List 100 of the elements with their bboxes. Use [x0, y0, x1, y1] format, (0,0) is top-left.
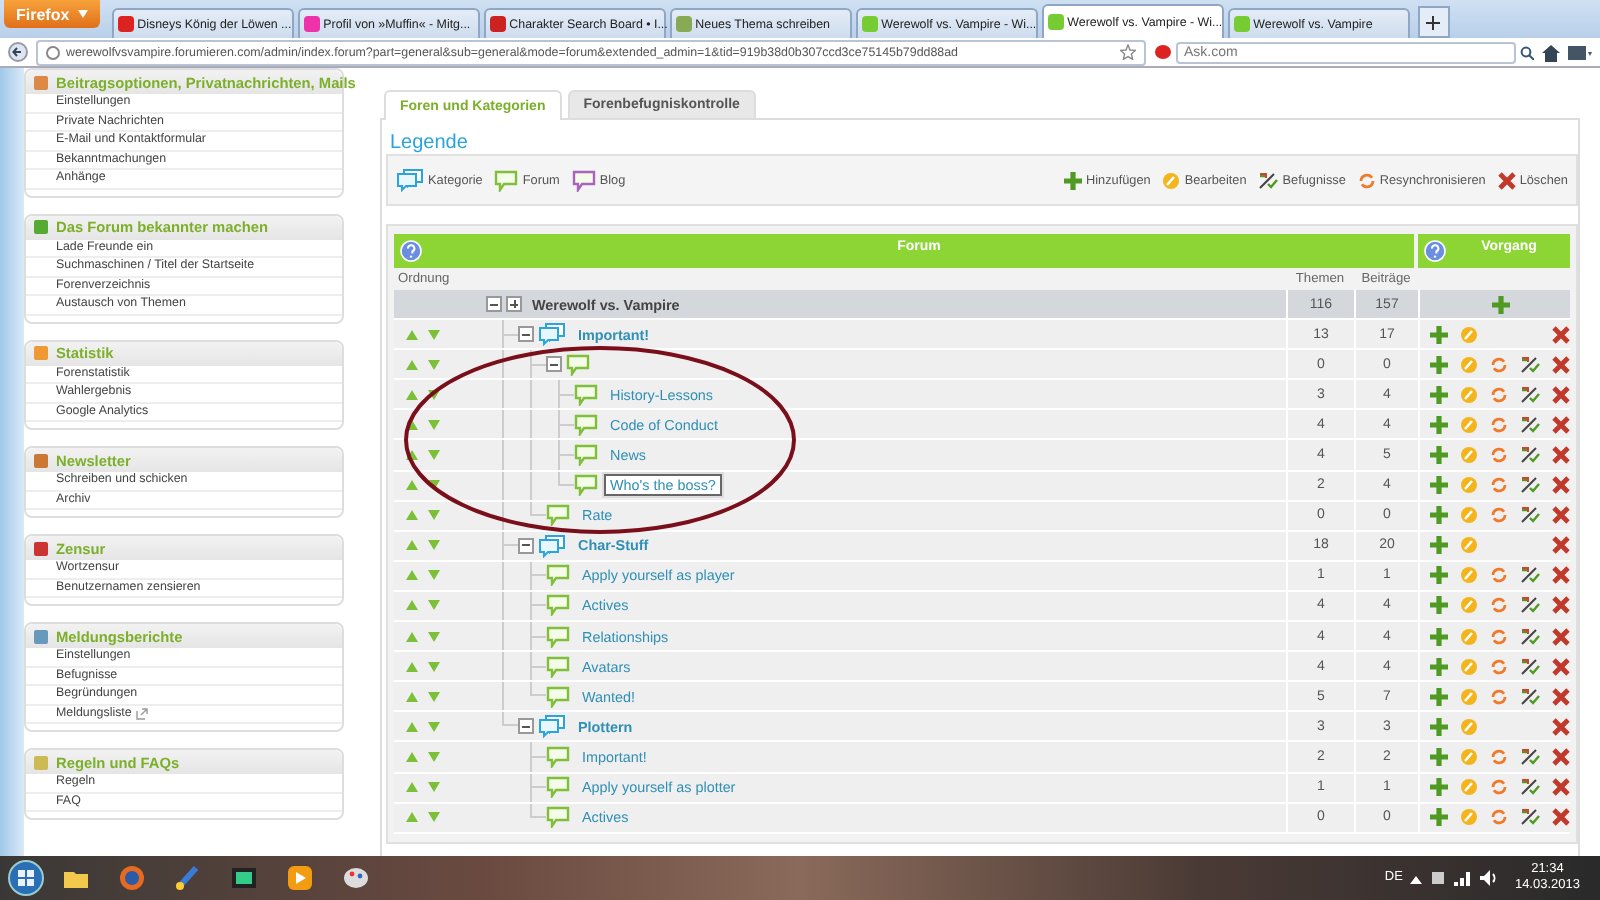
slash-check-icon[interactable] [1520, 778, 1540, 797]
delete-cross-icon[interactable] [1552, 476, 1570, 495]
pencil-circle-icon[interactable] [1460, 657, 1478, 676]
refresh-icon[interactable] [1490, 778, 1508, 797]
plus-icon[interactable] [1430, 566, 1448, 585]
palette-icon[interactable] [342, 864, 370, 892]
plus-icon[interactable] [1430, 657, 1448, 676]
help-icon[interactable] [400, 240, 422, 262]
delete-cross-icon[interactable] [1551, 717, 1570, 736]
delete-cross-icon[interactable] [1552, 627, 1570, 646]
slash-check-icon[interactable] [1520, 687, 1540, 706]
plus-icon[interactable] [1430, 717, 1449, 736]
slash-check-icon[interactable] [1520, 596, 1540, 615]
slash-check-icon[interactable] [1520, 446, 1540, 465]
delete-cross-icon[interactable] [1552, 747, 1570, 766]
delete-cross-icon[interactable] [1552, 596, 1570, 615]
plus-icon[interactable] [1430, 808, 1448, 827]
plus-icon[interactable] [1491, 295, 1509, 314]
network-icon[interactable] [1430, 870, 1447, 886]
expand-icon[interactable] [506, 296, 522, 313]
plus-icon[interactable] [1430, 325, 1449, 344]
bookmarks-icon[interactable] [1568, 43, 1592, 61]
slash-check-icon[interactable] [1520, 808, 1540, 827]
plus-icon[interactable] [1430, 627, 1448, 646]
pencil-circle-icon[interactable] [1460, 476, 1478, 495]
plus-icon[interactable] [1430, 747, 1448, 766]
refresh-icon[interactable] [1490, 808, 1508, 827]
pencil-circle-icon[interactable] [1460, 566, 1478, 585]
plus-icon[interactable] [1430, 778, 1448, 797]
delete-cross-icon[interactable] [1551, 325, 1570, 344]
refresh-icon[interactable] [1490, 415, 1508, 434]
slash-check-icon[interactable] [1520, 415, 1540, 434]
film-strip-icon[interactable] [230, 864, 258, 892]
pencil-circle-icon[interactable] [1460, 446, 1478, 465]
refresh-icon[interactable] [1490, 476, 1508, 495]
pencil-circle-icon[interactable] [1460, 325, 1479, 344]
slash-check-icon[interactable] [1520, 355, 1540, 374]
slash-check-icon[interactable] [1520, 476, 1540, 495]
pencil-circle-icon[interactable] [1460, 717, 1479, 736]
plus-icon[interactable] [1430, 415, 1448, 434]
pencil-circle-icon[interactable] [1460, 506, 1478, 525]
pencil-circle-icon[interactable] [1460, 596, 1478, 615]
media-player-icon[interactable] [286, 864, 314, 892]
move-up-icon[interactable] [406, 450, 418, 461]
signal-bars-icon[interactable] [1454, 870, 1473, 886]
new-tab-button[interactable] [1417, 6, 1450, 38]
plus-icon[interactable] [1430, 446, 1448, 465]
delete-cross-icon[interactable] [1552, 808, 1570, 827]
back-arrow-icon[interactable] [8, 42, 28, 62]
move-down-icon[interactable] [428, 480, 440, 491]
slash-check-icon[interactable] [1520, 747, 1540, 766]
plus-icon[interactable] [1430, 385, 1448, 404]
pencil-circle-icon[interactable] [1460, 778, 1478, 797]
refresh-icon[interactable] [1490, 446, 1508, 465]
delete-cross-icon[interactable] [1552, 355, 1570, 374]
plus-icon[interactable] [1430, 536, 1449, 555]
delete-cross-icon[interactable] [1552, 446, 1570, 465]
collapse-icon[interactable] [518, 718, 534, 735]
refresh-icon[interactable] [1490, 506, 1508, 525]
slash-check-icon[interactable] [1520, 657, 1540, 676]
move-up-icon[interactable] [406, 419, 418, 430]
pencil-circle-icon[interactable] [1460, 687, 1478, 706]
refresh-icon[interactable] [1490, 687, 1508, 706]
collapse-icon[interactable] [518, 326, 534, 343]
delete-cross-icon[interactable] [1552, 415, 1570, 434]
refresh-icon[interactable] [1490, 657, 1508, 676]
refresh-icon[interactable] [1490, 627, 1508, 646]
refresh-icon[interactable] [1490, 747, 1508, 766]
delete-cross-icon[interactable] [1552, 687, 1570, 706]
delete-cross-icon[interactable] [1552, 657, 1570, 676]
collapse-icon[interactable] [546, 356, 562, 373]
pencil-circle-icon[interactable] [1460, 415, 1478, 434]
pencil-circle-icon[interactable] [1460, 627, 1478, 646]
paint-brush-icon[interactable] [174, 864, 202, 892]
refresh-icon[interactable] [1490, 385, 1508, 404]
pencil-circle-icon[interactable] [1460, 355, 1478, 374]
collapse-icon[interactable] [518, 537, 534, 554]
plus-icon[interactable] [1430, 687, 1448, 706]
pencil-circle-icon[interactable] [1460, 808, 1478, 827]
plus-icon[interactable] [1430, 476, 1448, 495]
refresh-icon[interactable] [1490, 596, 1508, 615]
speaker-icon[interactable] [1480, 870, 1499, 886]
refresh-icon[interactable] [1490, 355, 1508, 374]
external-link-icon[interactable] [135, 707, 148, 720]
star-icon[interactable] [1120, 44, 1136, 60]
start-orb-icon[interactable] [8, 860, 44, 896]
plus-icon[interactable] [1430, 506, 1448, 525]
pencil-circle-icon[interactable] [1460, 385, 1478, 404]
move-down-icon[interactable] [428, 389, 440, 400]
refresh-icon[interactable] [1490, 566, 1508, 585]
delete-cross-icon[interactable] [1551, 536, 1570, 555]
search-icon[interactable] [1520, 45, 1534, 59]
delete-cross-icon[interactable] [1552, 566, 1570, 585]
slash-check-icon[interactable] [1520, 506, 1540, 525]
delete-cross-icon[interactable] [1552, 506, 1570, 525]
tray-arrow-icon[interactable] [1410, 873, 1423, 883]
plus-icon[interactable] [1430, 355, 1448, 374]
plus-icon[interactable] [1430, 596, 1448, 615]
collapse-icon[interactable] [486, 296, 502, 313]
pencil-circle-icon[interactable] [1460, 747, 1478, 766]
